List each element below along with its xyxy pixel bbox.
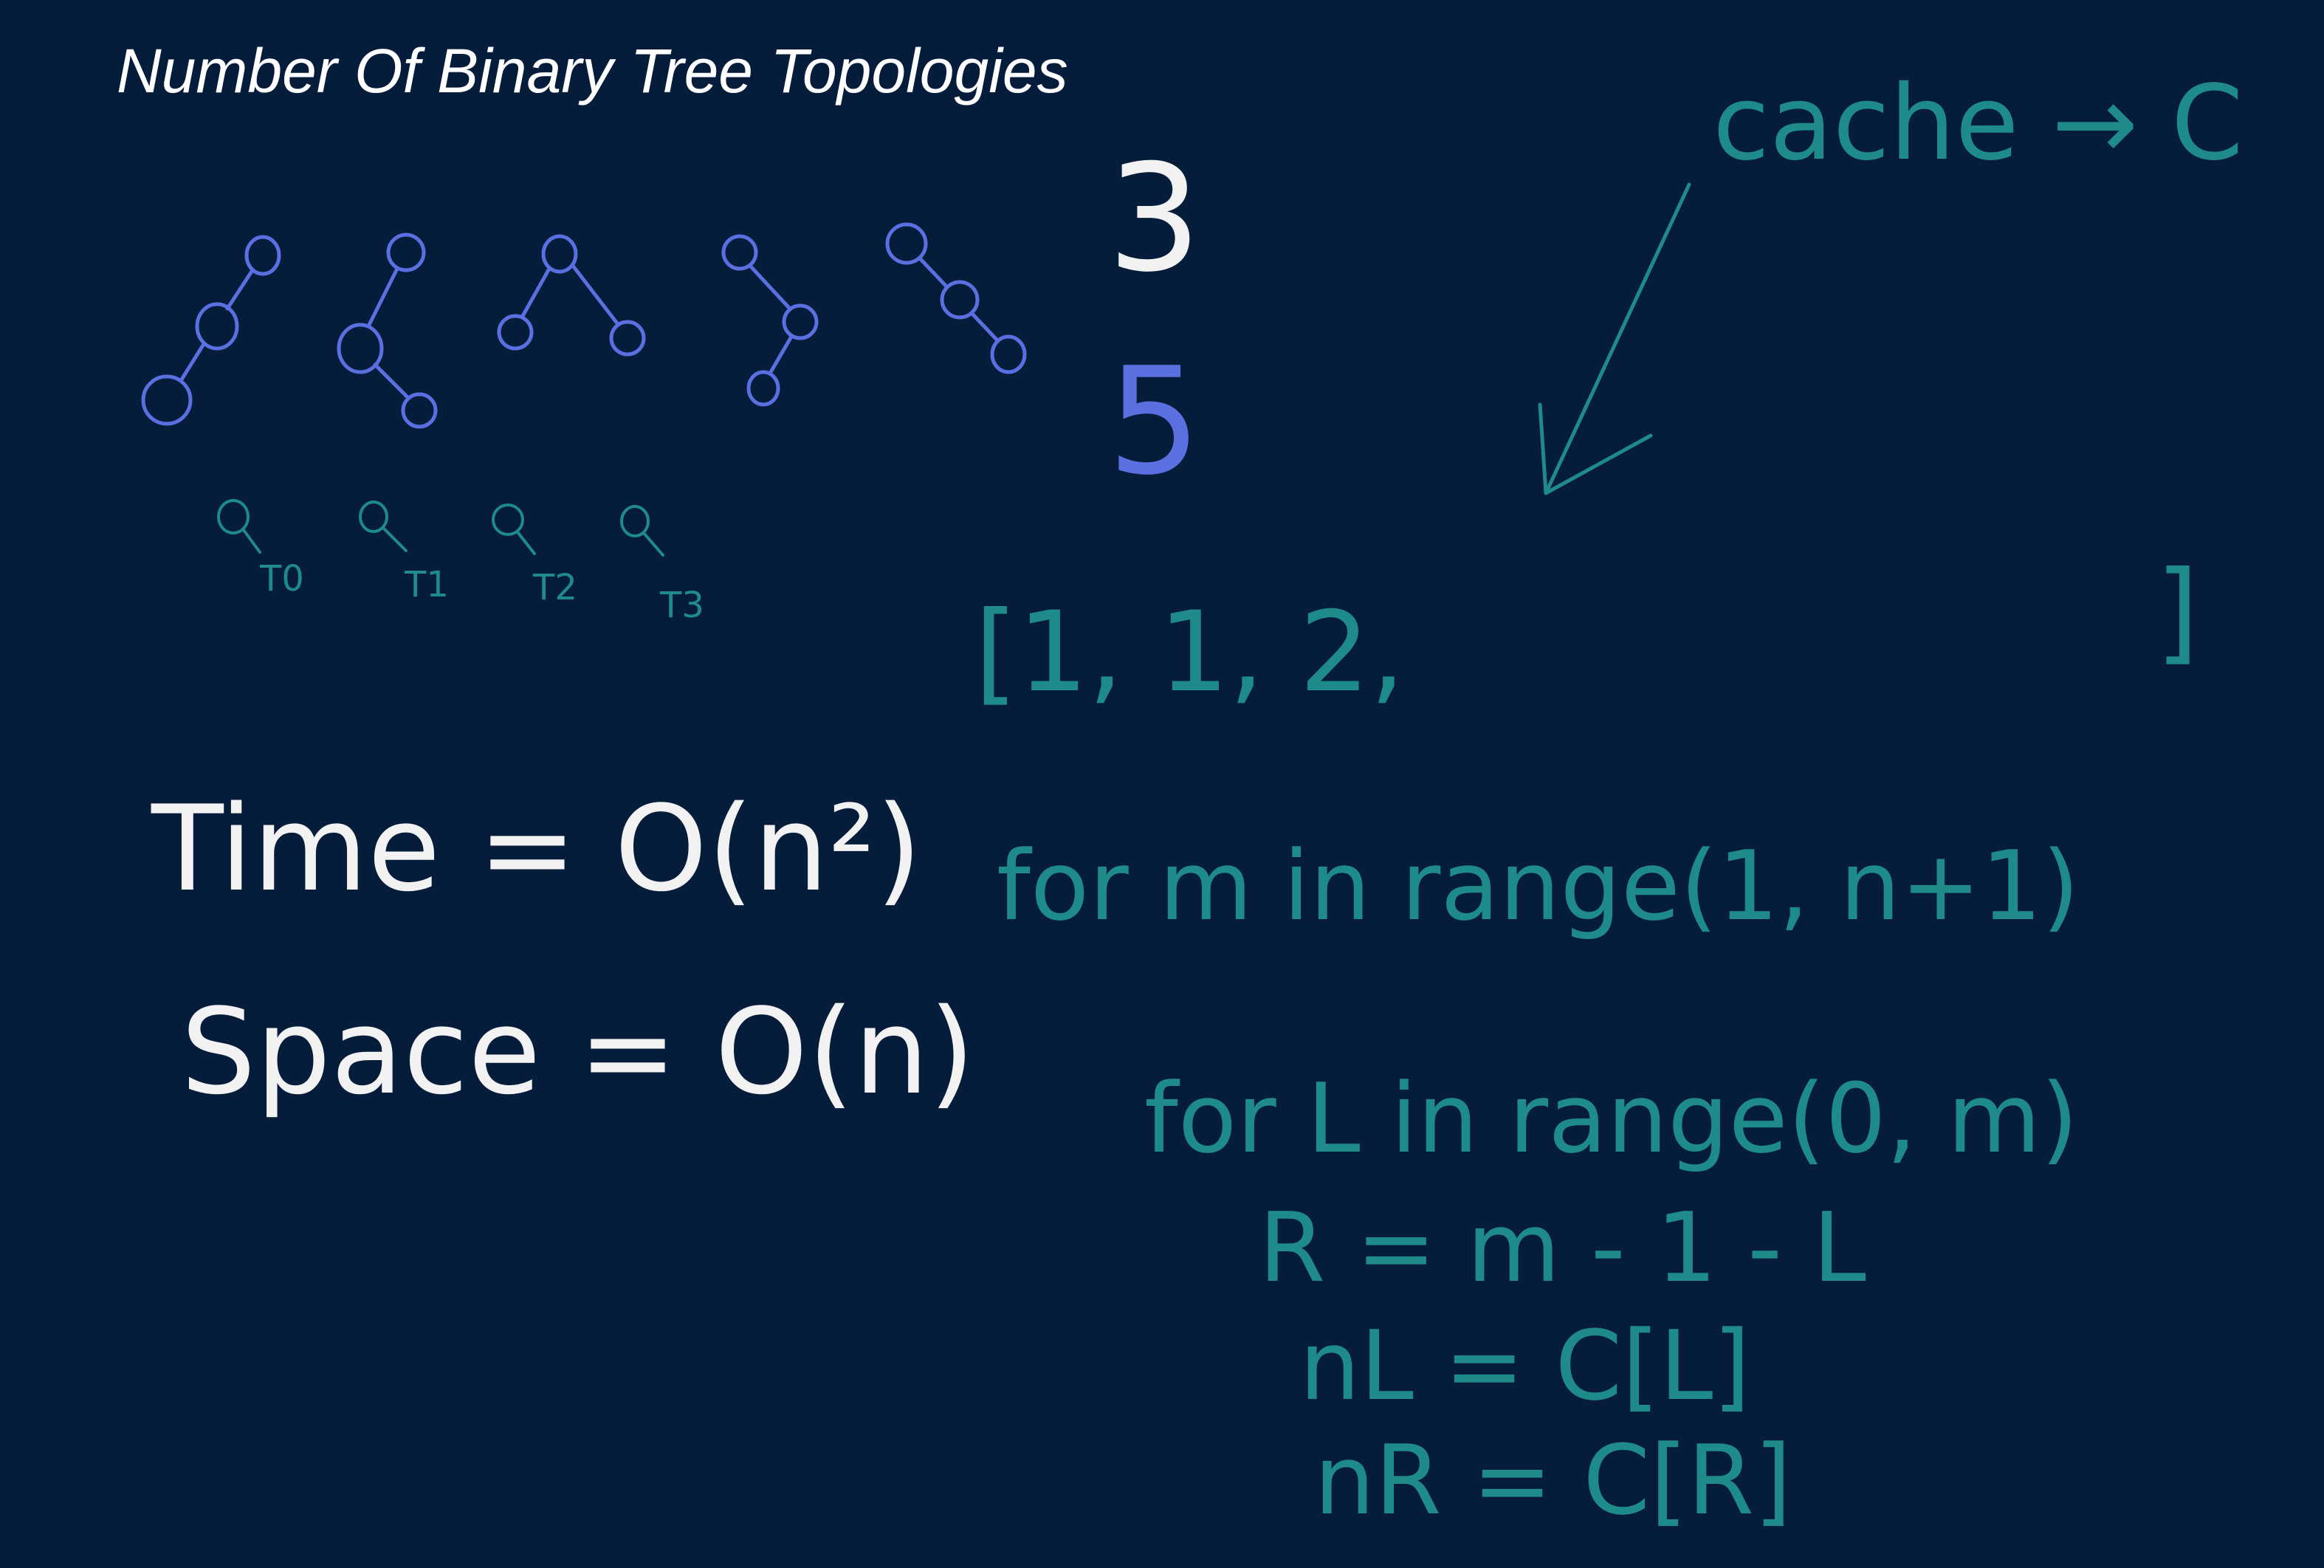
whiteboard: Number Of Binary Tree Topologies 3 5 T0 …: [0, 0, 2324, 1568]
time-complexity: Time = O(n²): [151, 780, 922, 918]
count-three: 3: [1107, 133, 1201, 305]
tree-right-left: [721, 234, 819, 407]
code-line-right-count: R = m - 1 - L: [1259, 1192, 1866, 1304]
space-complexity: Space = O(n): [181, 983, 975, 1121]
subtree-t3: [620, 505, 664, 557]
arrow-icon: [1538, 182, 1691, 495]
code-line-inner-loop: for L in range(0, m): [1144, 1062, 2078, 1175]
tree-sketches: [141, 222, 1027, 429]
tree-balanced: [497, 234, 646, 357]
subtree-t0: [217, 499, 261, 554]
count-five: 5: [1107, 336, 1201, 508]
cache-note: cache → C: [1713, 63, 2244, 184]
subtree-sketches: [217, 499, 664, 557]
cache-array-close: ]: [2156, 548, 2199, 676]
code-line-left-lookup: nL = C[L]: [1299, 1310, 1750, 1422]
tree-label-t1: T1: [404, 564, 449, 605]
tree-label-t0: T0: [259, 558, 304, 599]
subtree-t1: [359, 501, 408, 552]
tree-left-left: [141, 235, 281, 426]
cache-array: [1, 1, 2,: [974, 588, 1405, 717]
subtree-t2: [492, 503, 536, 555]
tree-label-t2: T2: [532, 567, 577, 608]
code-line-outer-loop: for m in range(1, n+1): [997, 830, 2080, 942]
tree-right-right: [885, 222, 1027, 374]
handwriting-canvas: 3 5 T0 T1 T2 T3 Time = O(n²) Space = O(n…: [141, 63, 2244, 1536]
tree-label-t3: T3: [659, 585, 704, 626]
tree-left-right: [337, 233, 438, 429]
code-line-right-lookup: nR = C[R]: [1314, 1424, 1792, 1536]
